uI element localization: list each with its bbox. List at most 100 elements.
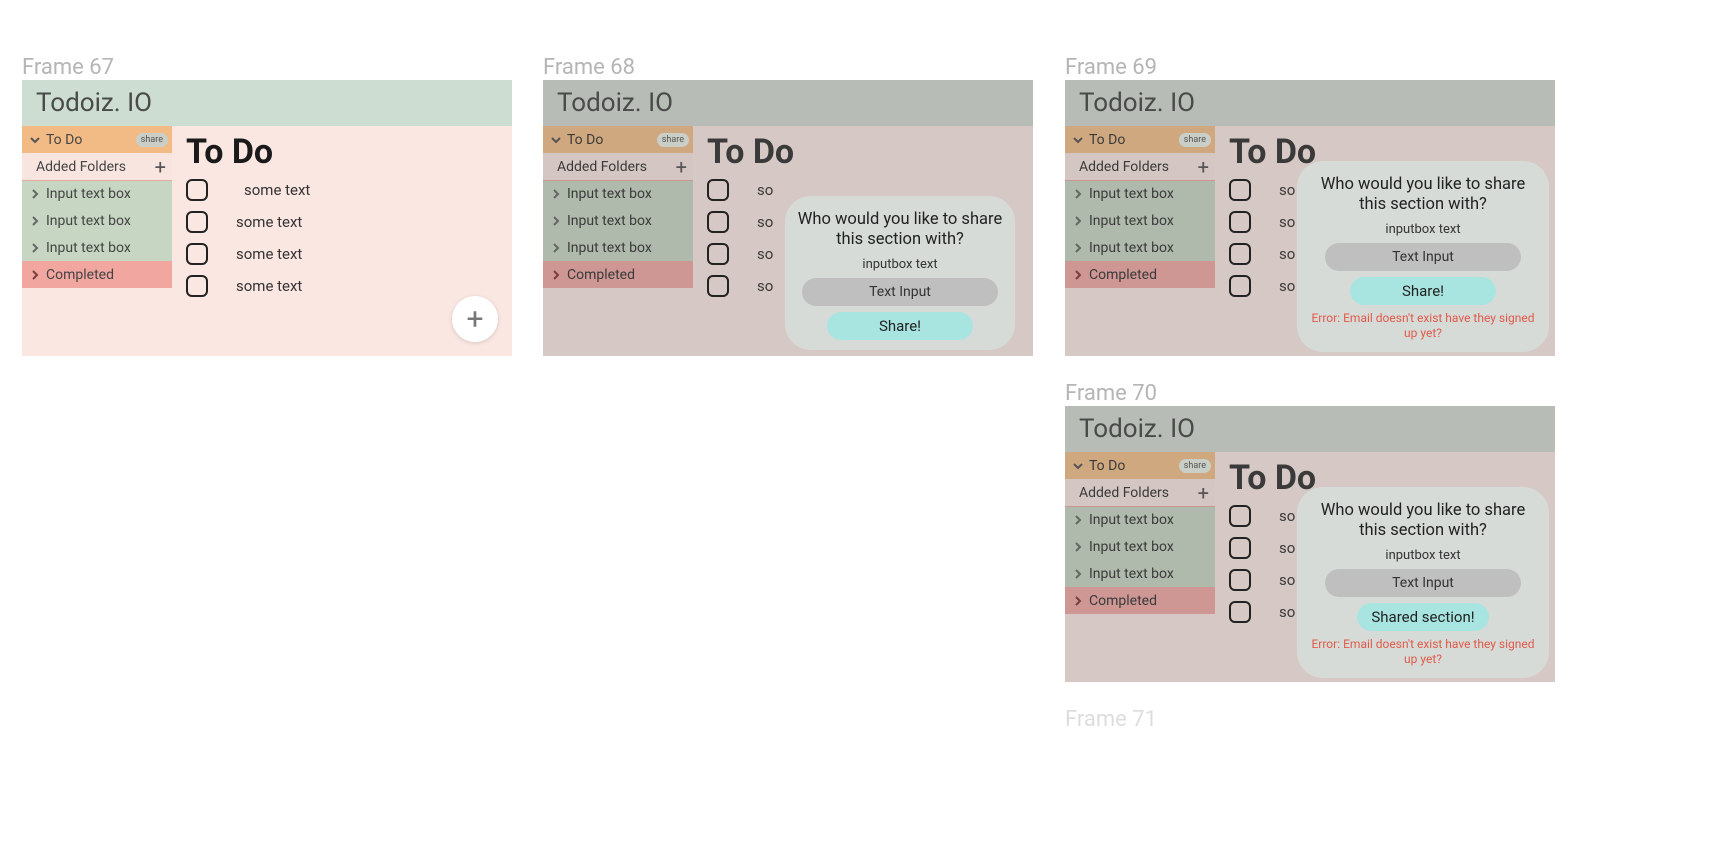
- todo-text: so: [1279, 277, 1295, 295]
- frame-67: Todoiz. IO To Do share Added Folders + I…: [22, 80, 512, 356]
- sidebar-completed-label: Completed: [46, 267, 114, 283]
- sidebar-item-todo[interactable]: To Do share: [22, 126, 172, 153]
- todo-text: so: [757, 277, 773, 295]
- app-header: Todoiz. IO: [1065, 80, 1555, 126]
- checkbox[interactable]: [707, 275, 729, 297]
- todo-item[interactable]: some text: [186, 206, 502, 238]
- checkbox[interactable]: [1229, 243, 1251, 265]
- sidebar-item-todo[interactable]: To Do share: [543, 126, 693, 153]
- chevron-right-icon: [549, 243, 563, 253]
- plus-icon[interactable]: +: [155, 157, 166, 177]
- frame-label-70: Frame 70: [1065, 381, 1157, 406]
- sidebar-todo-label: To Do: [46, 132, 82, 148]
- todo-text: so: [757, 245, 773, 263]
- sidebar-added-folders[interactable]: Added Folders +: [22, 153, 172, 180]
- checkbox[interactable]: [186, 211, 208, 233]
- add-button[interactable]: +: [452, 296, 498, 342]
- todo-item[interactable]: some text: [186, 270, 502, 302]
- todo-item[interactable]: some text: [186, 174, 502, 206]
- checkbox[interactable]: [1229, 211, 1251, 233]
- modal-question: Who would you like to share this section…: [1309, 175, 1537, 216]
- checkbox[interactable]: [1229, 537, 1251, 559]
- modal-text-input[interactable]: Text Input: [802, 278, 998, 306]
- frame-68: Todoiz. IO To Do share Added Folders + I…: [543, 80, 1033, 356]
- checkbox[interactable]: [707, 211, 729, 233]
- todo-text: some text: [236, 245, 302, 263]
- modal-text-input[interactable]: Text Input: [1325, 243, 1521, 271]
- app-header: Todoiz. IO: [543, 80, 1033, 126]
- sidebar-added-folders[interactable]: Added Folders +: [543, 153, 693, 180]
- chevron-right-icon: [1071, 596, 1085, 606]
- sidebar: To Do share Added Folders + Input text b…: [22, 126, 172, 356]
- sidebar-folder-3[interactable]: Input text box: [543, 234, 693, 261]
- plus-icon[interactable]: +: [1198, 157, 1209, 177]
- sidebar-folder-3[interactable]: Input text box: [22, 234, 172, 261]
- checkbox[interactable]: [707, 179, 729, 201]
- share-button[interactable]: Share!: [827, 312, 973, 340]
- todo-text: so: [1279, 507, 1295, 525]
- sidebar-completed[interactable]: Completed: [1065, 587, 1215, 614]
- sidebar-folder-1[interactable]: Input text box: [1065, 180, 1215, 207]
- plus-icon[interactable]: +: [1198, 483, 1209, 503]
- chevron-down-icon: [28, 134, 42, 146]
- frame-label-68: Frame 68: [543, 55, 635, 80]
- shared-button[interactable]: Shared section!: [1357, 603, 1488, 631]
- sidebar-folder-3[interactable]: Input text box: [1065, 560, 1215, 587]
- chevron-right-icon: [28, 189, 42, 199]
- todo-item[interactable]: some text: [186, 238, 502, 270]
- modal-question: Who would you like to share this section…: [1309, 501, 1537, 542]
- sidebar-folder-1[interactable]: Input text box: [22, 180, 172, 207]
- chevron-right-icon: [28, 270, 42, 280]
- sidebar-completed[interactable]: Completed: [543, 261, 693, 288]
- share-modal: Who would you like to share this section…: [1297, 161, 1549, 352]
- checkbox[interactable]: [186, 275, 208, 297]
- todo-text: some text: [236, 277, 302, 295]
- sidebar-added-folders[interactable]: Added Folders +: [1065, 479, 1215, 506]
- sidebar-completed-label: Completed: [1089, 267, 1157, 283]
- sidebar-folder-label: Input text box: [1089, 213, 1174, 229]
- checkbox[interactable]: [186, 243, 208, 265]
- checkbox[interactable]: [1229, 179, 1251, 201]
- checkbox[interactable]: [1229, 569, 1251, 591]
- sidebar-folder-2[interactable]: Input text box: [543, 207, 693, 234]
- sidebar-folder-2[interactable]: Input text box: [1065, 207, 1215, 234]
- modal-question: Who would you like to share this section…: [797, 210, 1003, 251]
- chevron-right-icon: [549, 270, 563, 280]
- sidebar-folder-label: Input text box: [567, 240, 652, 256]
- sidebar-item-todo[interactable]: To Do share: [1065, 452, 1215, 479]
- sidebar-folder-1[interactable]: Input text box: [543, 180, 693, 207]
- frame-label-67: Frame 67: [22, 55, 114, 80]
- sidebar-completed[interactable]: Completed: [1065, 261, 1215, 288]
- chevron-right-icon: [1071, 515, 1085, 525]
- share-chip[interactable]: share: [136, 133, 168, 147]
- sidebar-folder-2[interactable]: Input text box: [1065, 533, 1215, 560]
- chevron-right-icon: [28, 216, 42, 226]
- plus-icon[interactable]: +: [676, 157, 687, 177]
- checkbox[interactable]: [1229, 601, 1251, 623]
- todo-text: some text: [244, 181, 310, 199]
- share-button[interactable]: Share!: [1350, 277, 1496, 305]
- sidebar-folder-label: Input text box: [1089, 539, 1174, 555]
- frame-70: Todoiz. IO To Do share Added Folders + I…: [1065, 406, 1555, 682]
- checkbox[interactable]: [186, 179, 208, 201]
- sidebar-folder-1[interactable]: Input text box: [1065, 506, 1215, 533]
- sidebar: To Do share Added Folders + Input text b…: [1065, 126, 1215, 356]
- modal-text-input[interactable]: Text Input: [1325, 569, 1521, 597]
- sidebar-added-folders[interactable]: Added Folders +: [1065, 153, 1215, 180]
- chevron-right-icon: [1071, 542, 1085, 552]
- sidebar-completed[interactable]: Completed: [22, 261, 172, 288]
- share-chip[interactable]: share: [657, 133, 689, 147]
- checkbox[interactable]: [707, 243, 729, 265]
- checkbox[interactable]: [1229, 275, 1251, 297]
- sidebar-folder-label: Input text box: [1089, 566, 1174, 582]
- checkbox[interactable]: [1229, 505, 1251, 527]
- share-chip[interactable]: share: [1179, 133, 1211, 147]
- sidebar-item-todo[interactable]: To Do share: [1065, 126, 1215, 153]
- sidebar-folder-label: Input text box: [1089, 186, 1174, 202]
- sidebar-folder-label: Input text box: [567, 213, 652, 229]
- sidebar-folder-2[interactable]: Input text box: [22, 207, 172, 234]
- sidebar-folder-3[interactable]: Input text box: [1065, 234, 1215, 261]
- chevron-right-icon: [1071, 569, 1085, 579]
- share-chip[interactable]: share: [1179, 459, 1211, 473]
- page-title: To Do: [707, 132, 1023, 172]
